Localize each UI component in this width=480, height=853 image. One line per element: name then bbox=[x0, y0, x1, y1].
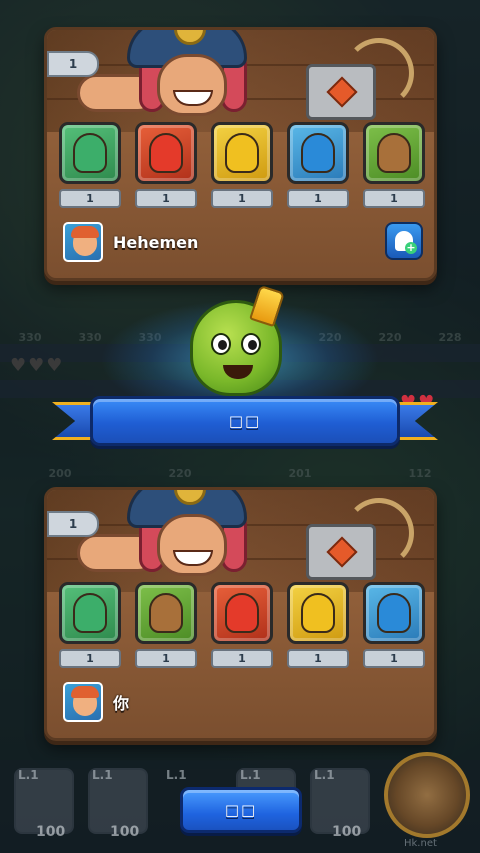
deck-card-level: L.1 bbox=[18, 768, 39, 782]
unit-slot[interactable]: 1 bbox=[209, 122, 275, 210]
green-hood-unit-icon bbox=[73, 133, 107, 173]
unit-slot[interactable]: 1 bbox=[209, 582, 275, 670]
unit-level: 1 bbox=[211, 649, 273, 668]
tree-unit-icon bbox=[377, 133, 411, 173]
deck-card-level: L.1 bbox=[92, 768, 113, 782]
result-title: □□ bbox=[90, 396, 400, 446]
confirm-button[interactable]: □□ bbox=[180, 787, 302, 833]
unit-level: 1 bbox=[363, 649, 425, 668]
deck-card-level: L.1 bbox=[166, 768, 187, 782]
red-mage-unit-icon bbox=[225, 593, 259, 633]
hero-artwork bbox=[47, 490, 434, 592]
unit-deck: 1 1 1 1 1 bbox=[57, 582, 427, 670]
watermark: Hk.net bbox=[404, 838, 437, 849]
unit-slot[interactable]: 1 bbox=[57, 122, 123, 210]
unit-level: 1 bbox=[135, 189, 197, 208]
crate-icon bbox=[306, 524, 376, 580]
opponent-info: Hehemen + bbox=[63, 220, 423, 264]
unit-slot[interactable]: 1 bbox=[133, 122, 199, 210]
result-banner: □□ bbox=[52, 396, 438, 452]
unit-level: 1 bbox=[59, 649, 121, 668]
unit-deck: 1 1 1 1 1 bbox=[57, 122, 427, 210]
player-deck-panel: 1 1 1 1 1 1 你 bbox=[44, 487, 437, 741]
unit-level: 1 bbox=[287, 189, 349, 208]
enemy-lives: ♥♥♥ bbox=[10, 355, 65, 376]
deck-card-cost: 100 bbox=[36, 824, 66, 840]
crate-icon bbox=[306, 64, 376, 120]
hero-level-tag: 1 bbox=[47, 51, 99, 77]
opponent-deck-panel: 1 1 1 1 1 1 Hehemen + bbox=[44, 27, 437, 281]
avatar bbox=[63, 222, 103, 262]
opponent-name: Hehemen bbox=[113, 232, 199, 252]
avatar bbox=[63, 682, 103, 722]
unit-slot[interactable]: 1 bbox=[133, 582, 199, 670]
hero-artwork bbox=[47, 30, 434, 132]
deck-card-level: L.1 bbox=[314, 768, 335, 782]
unit-slot[interactable]: 1 bbox=[361, 122, 427, 210]
unit-slot[interactable]: 1 bbox=[285, 122, 351, 210]
unit-level: 1 bbox=[211, 189, 273, 208]
deck-card-level: L.1 bbox=[240, 768, 261, 782]
tree-unit-icon bbox=[149, 593, 183, 633]
deck-card-cost: 100 bbox=[332, 824, 362, 840]
unit-level: 1 bbox=[135, 649, 197, 668]
deck-card-cost: 100 bbox=[110, 824, 140, 840]
summon-orb-icon bbox=[384, 752, 470, 838]
player-name: 你 bbox=[113, 694, 130, 713]
unit-level: 1 bbox=[287, 649, 349, 668]
unit-level: 1 bbox=[363, 189, 425, 208]
hero-level-tag: 1 bbox=[47, 511, 99, 537]
unit-slot[interactable]: 1 bbox=[285, 582, 351, 670]
add-friend-button[interactable]: + bbox=[385, 222, 423, 260]
green-hood-unit-icon bbox=[73, 593, 107, 633]
unit-slot[interactable]: 1 bbox=[57, 582, 123, 670]
yellow-wizard-unit-icon bbox=[301, 593, 335, 633]
plus-icon: + bbox=[405, 241, 417, 254]
red-mage-unit-icon bbox=[149, 133, 183, 173]
unit-slot[interactable]: 1 bbox=[361, 582, 427, 670]
yellow-wizard-unit-icon bbox=[225, 133, 259, 173]
blue-wizard-unit-icon bbox=[301, 133, 335, 173]
unit-level: 1 bbox=[59, 189, 121, 208]
player-info: 你 bbox=[63, 680, 423, 724]
blue-wizard-unit-icon bbox=[377, 593, 411, 633]
